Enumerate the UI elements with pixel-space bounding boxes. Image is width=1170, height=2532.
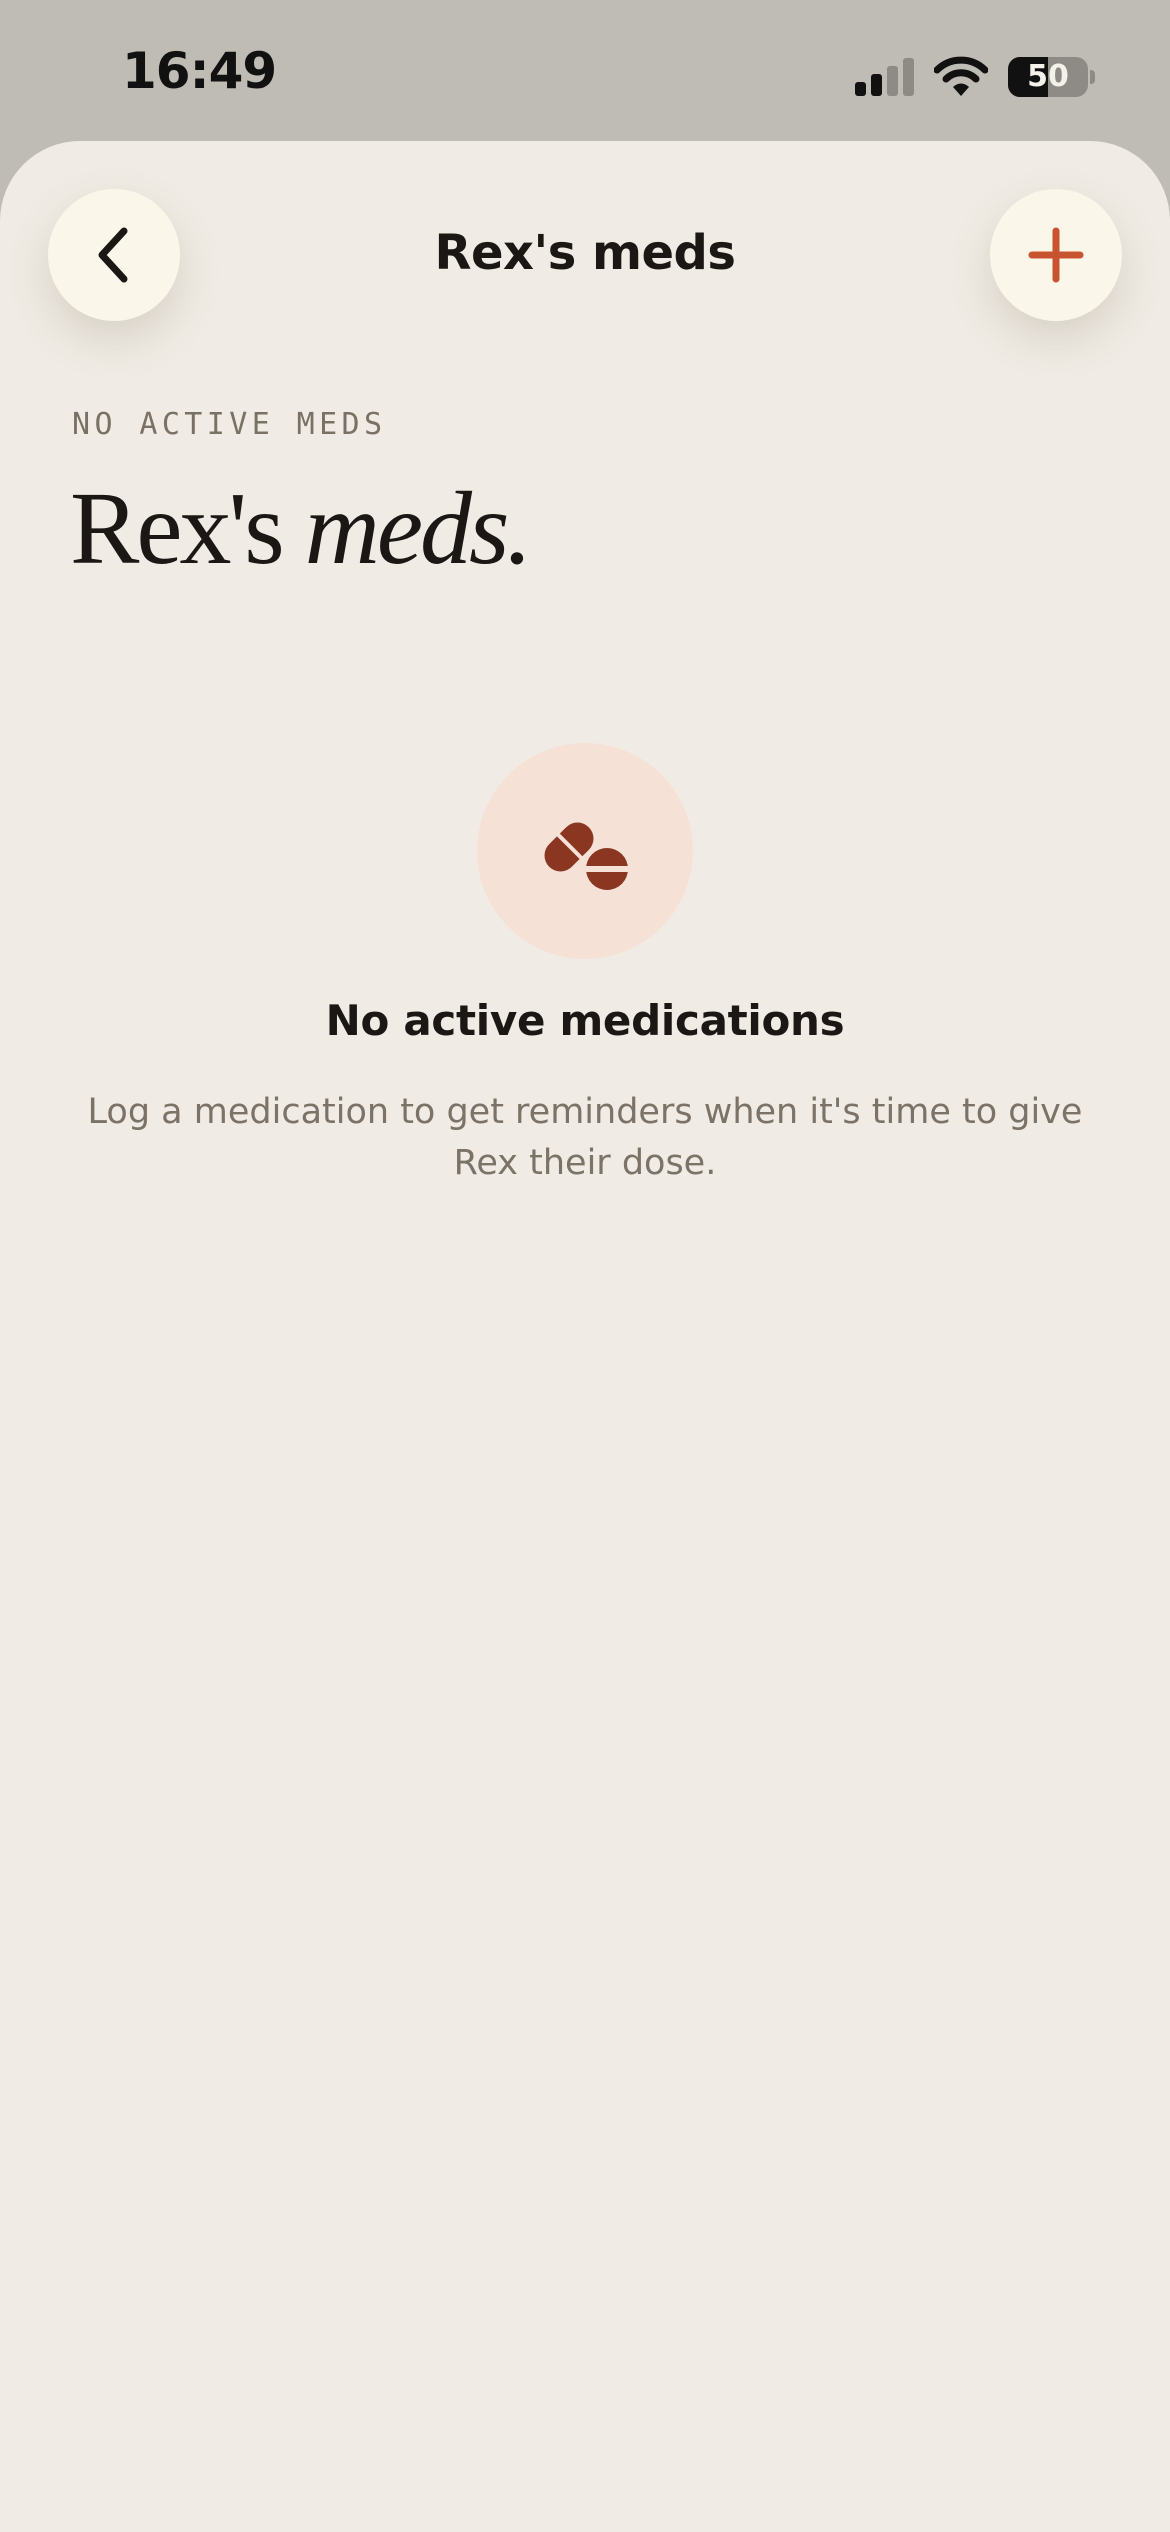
status-eyebrow: NO ACTIVE MEDS	[72, 407, 387, 442]
empty-state-icon-circle	[477, 743, 693, 959]
status-bar: 16:49 50	[0, 0, 1170, 142]
back-button[interactable]	[48, 189, 180, 321]
plus-icon	[1028, 227, 1084, 283]
add-medication-button[interactable]	[990, 189, 1122, 321]
page-title: Rex's meds.	[70, 469, 533, 588]
page-title-regular: Rex's	[70, 471, 305, 586]
wifi-icon	[934, 56, 988, 96]
battery-indicator: 50	[1008, 57, 1088, 97]
status-time: 16:49	[122, 42, 277, 100]
empty-state-title: No active medications	[325, 996, 845, 1045]
nav-title: Rex's meds	[434, 225, 736, 281]
chevron-left-icon	[98, 227, 128, 283]
battery-nub	[1090, 70, 1095, 84]
cellular-signal-icon	[855, 58, 914, 96]
pills-icon	[544, 822, 630, 890]
battery-level: 50	[1027, 59, 1069, 94]
empty-state-description: Log a medication to get reminders when i…	[87, 1092, 1083, 1183]
page-title-italic: meds.	[304, 471, 533, 586]
meds-sheet: Rex's meds NO ACTIVE MEDS Rex's meds. No…	[0, 141, 1170, 2532]
